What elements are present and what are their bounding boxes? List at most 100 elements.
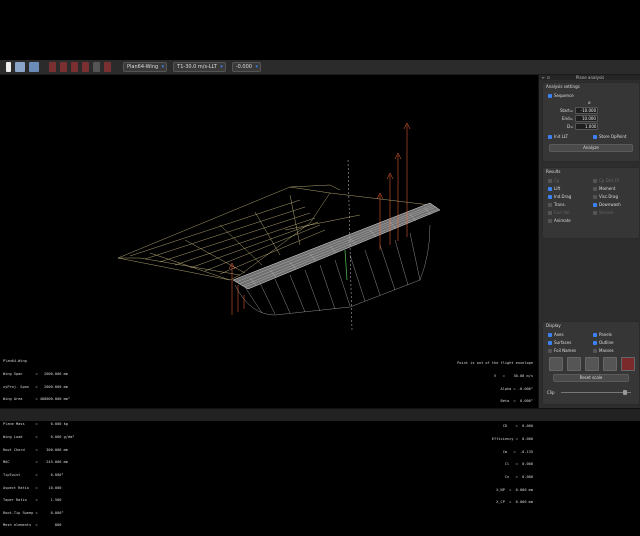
analyze-button[interactable]: Analyze <box>549 144 633 152</box>
3d-viewport[interactable]: Plan64-Wing Wing Span = 2000.000 mm xyPr… <box>0 75 537 527</box>
start-input[interactable]: -10.000 <box>575 107 599 114</box>
option-checkbox[interactable]: Outline <box>593 340 613 345</box>
init-llt-checkbox[interactable]: Init LLT <box>548 134 568 139</box>
results-group: Results Cp Lift Ind.Drag Trans. Curr.Vel. Ani… <box>542 167 640 239</box>
checkbox-icon <box>593 186 597 191</box>
info-line: Root Chord = 300.000 mm <box>3 447 68 452</box>
analysis-settings-header: Analysis settings <box>546 84 580 89</box>
tool-icon[interactable] <box>104 62 111 72</box>
clip-slider[interactable] <box>561 392 631 393</box>
panel-title: Plane analysis <box>575 75 605 80</box>
checkbox-icon <box>548 134 552 139</box>
delta-label: D= <box>567 124 574 129</box>
clip-label-wrap: Clip <box>547 390 555 395</box>
option-checkbox[interactable]: Masses <box>593 348 614 353</box>
tool-icon[interactable] <box>60 62 67 72</box>
option-label: Outline <box>599 340 614 345</box>
end-field: End= 10.000 <box>562 115 598 122</box>
tool-icon[interactable] <box>82 62 89 72</box>
info-line: Taper Ratio = 1.500 <box>3 498 62 503</box>
results-header: Results <box>546 169 561 174</box>
option-checkbox[interactable]: Axes <box>548 332 564 337</box>
option-checkbox[interactable]: Animate <box>548 218 571 223</box>
option-label: Animate <box>554 218 571 223</box>
checkbox-icon <box>548 340 552 345</box>
tool-icon[interactable] <box>71 62 78 72</box>
option-label: Downwash <box>599 202 621 207</box>
start-field: Start= -10.000 <box>560 107 599 114</box>
view-y-button[interactable] <box>567 357 581 371</box>
store-opp-label: Store OpPoint <box>599 134 627 139</box>
view-flip-button[interactable] <box>621 357 635 371</box>
panel-title-bar: ⇤ ⊡ Plane analysis <box>539 75 640 80</box>
info-line: Efficiency = 0.000 <box>491 437 533 442</box>
option-label: Stream <box>599 210 614 215</box>
checkbox-icon <box>593 210 597 215</box>
tool-icon[interactable] <box>49 62 56 72</box>
opp-select-value: -0.000 <box>235 64 252 70</box>
option-checkbox[interactable]: Ind.Drag <box>548 194 571 199</box>
wing-surface-mesh <box>232 202 441 290</box>
chevron-down-icon: ▾ <box>220 64 223 70</box>
plane-select[interactable]: Plan64-Wing ▾ <box>123 62 168 72</box>
checkbox-icon <box>548 93 552 98</box>
delta-field: D= 1.000 <box>567 123 599 130</box>
option-checkbox[interactable]: Downwash <box>593 202 621 207</box>
view-x-button[interactable] <box>549 357 563 371</box>
checkbox-icon <box>593 348 597 353</box>
document-icon[interactable] <box>6 62 11 72</box>
option-label: Masses <box>599 348 614 353</box>
option-label: Visc.Drag <box>599 194 619 199</box>
option-label: Moment <box>599 186 616 191</box>
checkbox-icon <box>593 178 597 183</box>
chevron-down-icon: ▾ <box>161 64 165 70</box>
tool-icon[interactable] <box>93 62 100 72</box>
alpha-label: α <box>588 100 591 105</box>
option-checkbox[interactable]: Surfaces <box>548 340 571 345</box>
save-icon[interactable] <box>29 62 39 72</box>
checkbox-icon <box>548 194 552 199</box>
info-line: Mesh elements = 800 <box>3 523 62 528</box>
plane-select-value: Plan64-Wing <box>127 64 159 70</box>
info-line: Root-Tip Sweep = 0.000° <box>3 510 64 515</box>
polar-select[interactable]: T1-30.0 m/s-LLT ▾ <box>173 62 226 72</box>
info-line: Plane Mass = 0.000 kg <box>3 422 68 427</box>
checkbox-icon <box>593 202 597 207</box>
checkbox-icon <box>593 194 597 199</box>
option-label: Curr.Vel. <box>554 210 571 215</box>
option-label: Lift <box>554 186 561 191</box>
info-line: Beta = 0.000° <box>500 399 533 404</box>
open-icon[interactable] <box>15 62 25 72</box>
option-checkbox[interactable]: Stream <box>593 210 613 215</box>
option-checkbox[interactable]: Curr.Vel. <box>548 210 571 215</box>
clip-slider-handle[interactable] <box>623 390 627 395</box>
option-checkbox[interactable]: Panels <box>593 332 612 337</box>
option-checkbox[interactable]: Cp Dist.Fil <box>593 178 619 183</box>
option-label: Trans. <box>554 202 566 207</box>
store-opp-checkbox[interactable]: Store OpPoint <box>593 134 626 139</box>
checkbox-icon <box>548 332 552 337</box>
option-checkbox[interactable]: Moment <box>593 186 615 191</box>
sequence-checkbox[interactable]: Sequence <box>548 93 574 98</box>
checkbox-icon <box>548 178 552 183</box>
info-line: Plan64-Wing <box>3 359 27 364</box>
info-line: xyProj. Span = 2000.000 mm <box>3 384 68 389</box>
option-checkbox[interactable]: Foil Names <box>548 348 576 353</box>
panel-controls-icon[interactable]: ⇤ ⊡ <box>542 75 550 80</box>
option-checkbox[interactable]: Cp <box>548 178 559 183</box>
option-label: Ind.Drag <box>554 194 572 199</box>
view-iso-button[interactable] <box>603 357 617 371</box>
init-llt-label: Init LLT <box>554 134 569 139</box>
option-checkbox[interactable]: Trans. <box>548 202 566 207</box>
delta-input[interactable]: 1.000 <box>575 123 599 130</box>
opp-select[interactable]: -0.000 ▾ <box>231 62 261 72</box>
toolbar: Plan64-Wing ▾ T1-30.0 m/s-LLT ▾ -0.000 ▾ <box>0 60 640 75</box>
option-label: Foil Names <box>554 348 576 353</box>
option-checkbox[interactable]: Visc.Drag <box>593 194 618 199</box>
plane-info-panel: Plan64-Wing Wing Span = 2000.000 mm xyPr… <box>3 351 74 536</box>
view-z-button[interactable] <box>585 357 599 371</box>
end-input[interactable]: 10.000 <box>574 115 598 122</box>
reset-scale-button[interactable]: Reset scale <box>553 374 629 382</box>
alpha-symbol: α <box>588 100 591 105</box>
option-checkbox[interactable]: Lift <box>548 186 560 191</box>
